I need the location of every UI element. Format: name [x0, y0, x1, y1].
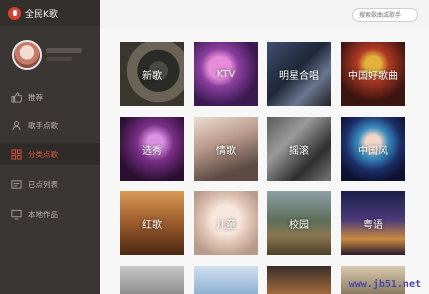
category-tile-rock[interactable]: 摇滚: [267, 117, 331, 181]
nav-item-label: 已点列表: [28, 179, 58, 189]
nav-item-label: 本地作品: [28, 209, 58, 219]
grid-icon: [10, 148, 22, 160]
top-bar: [100, 0, 429, 28]
app-logo-icon: [8, 6, 21, 20]
main-content: 新歌 KTV 明星合唱 中国好歌曲 选秀 情歌 摇滚 中国风 红歌 儿童 校园 …: [100, 0, 429, 294]
category-label: 摇滚: [289, 145, 309, 157]
user-info-placeholder: [46, 57, 72, 61]
nav-item-queue[interactable]: 已点列表: [0, 173, 100, 195]
nav-item-label: 分类点歌: [28, 149, 58, 159]
category-label: 粤语: [363, 219, 383, 231]
category-tile-star-duet[interactable]: 明星合唱: [267, 42, 331, 106]
nav-item-label: 推荐: [28, 92, 43, 102]
monitor-icon: [10, 208, 22, 220]
category-tile-new-songs[interactable]: 新歌: [120, 42, 184, 106]
app-name: 全民K歌: [25, 9, 58, 20]
category-label: 中国风: [358, 145, 388, 157]
thumbs-up-icon: [10, 91, 22, 103]
search-input[interactable]: [352, 8, 418, 22]
category-tile-children[interactable]: 儿童: [194, 191, 258, 255]
nav-item-recommend[interactable]: 推荐: [0, 86, 100, 108]
category-tile-more-1[interactable]: [120, 266, 184, 294]
category-tile-talent-show[interactable]: 选秀: [120, 117, 184, 181]
nav-item-category[interactable]: 分类点歌: [0, 143, 100, 165]
watermark: www.jb51.net: [348, 279, 421, 290]
app-brand: 全民K歌: [0, 0, 100, 26]
category-tile-cantonese[interactable]: 粤语: [341, 191, 405, 255]
category-label: 校园: [289, 219, 309, 231]
category-label: 儿童: [216, 219, 236, 231]
nav-item-label: 歌手点歌: [28, 120, 58, 130]
category-label: 新歌: [142, 70, 162, 82]
category-label: 中国好歌曲: [348, 70, 398, 82]
person-icon: [10, 119, 22, 131]
category-tile-chinese-style[interactable]: 中国风: [341, 117, 405, 181]
category-tile-ktv[interactable]: KTV: [194, 42, 258, 106]
category-label: 情歌: [216, 145, 236, 157]
category-tile-more-3[interactable]: [267, 266, 331, 294]
category-tile-good-songs[interactable]: 中国好歌曲: [341, 42, 405, 106]
category-label: 明星合唱: [279, 70, 319, 82]
category-label: 红歌: [142, 219, 162, 231]
avatar[interactable]: [12, 40, 42, 70]
category-tile-campus[interactable]: 校园: [267, 191, 331, 255]
category-tile-more-2[interactable]: [194, 266, 258, 294]
nav-item-local-works[interactable]: 本地作品: [0, 203, 100, 225]
username-placeholder: [46, 48, 82, 53]
category-tile-love-songs[interactable]: 情歌: [194, 117, 258, 181]
category-label: KTV: [216, 68, 236, 80]
sidebar: 全民K歌 推荐 歌手点歌 分类点歌 已点列表 本地作品: [0, 0, 100, 294]
category-tile-red-songs[interactable]: 红歌: [120, 191, 184, 255]
list-icon: [10, 178, 22, 190]
category-label: 选秀: [142, 145, 162, 157]
nav-item-singer[interactable]: 歌手点歌: [0, 114, 100, 136]
